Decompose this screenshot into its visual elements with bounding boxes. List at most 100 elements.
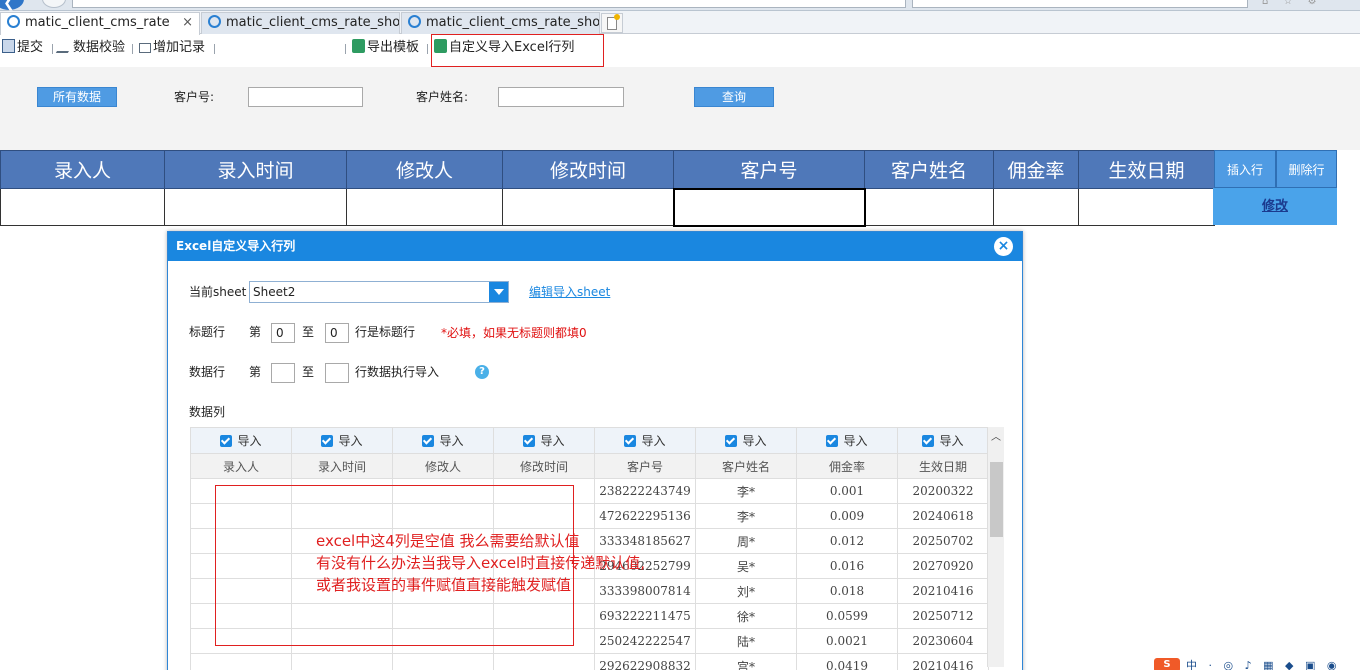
grid-col-header[interactable]: 录入人 (0, 150, 165, 189)
checkbox-checked-icon[interactable] (422, 435, 435, 447)
dialog-col-header: 录入时间 (291, 453, 393, 479)
sheet-select[interactable]: Sheet2 (249, 281, 509, 303)
grid-cell[interactable] (164, 188, 347, 226)
toolbar-divider (214, 44, 215, 54)
tab-close-icon[interactable]: × (182, 13, 193, 33)
toolbar-divider (132, 44, 133, 54)
grid-cell[interactable] (1078, 188, 1215, 226)
title-row-from-input[interactable]: 0 (271, 323, 295, 343)
browser-search-input[interactable] (912, 0, 1248, 8)
toolbar-divider (345, 44, 346, 54)
system-tray: S 中 · ◎ ♪ ▦ ◆ ▣ ◉ (1150, 656, 1360, 670)
tab-cms-rate-show-1[interactable]: matic_client_cms_rate_show (201, 12, 400, 34)
checkbox-checked-icon[interactable] (826, 435, 839, 447)
table-cell: 陆* (695, 628, 797, 654)
chevron-down-icon[interactable] (489, 282, 508, 302)
table-cell: 20250702 (897, 528, 989, 554)
grid-col-header[interactable]: 佣金率 (993, 150, 1079, 189)
checkbox-checked-icon[interactable] (624, 435, 637, 447)
table-cell: 0.0021 (796, 628, 898, 654)
data-row-from-input[interactable] (271, 363, 295, 383)
to-label: 至 (302, 365, 315, 379)
customer-name-label: 客户姓名: (416, 90, 469, 104)
grid-cell[interactable] (864, 188, 994, 226)
title-row-to-input[interactable]: 0 (325, 323, 349, 343)
import-checkbox[interactable]: 导入 (190, 427, 292, 454)
grid-col-header[interactable]: 修改时间 (502, 150, 674, 189)
annotation-line: 或者我设置的事件赋值直接能触发赋值 (316, 576, 572, 594)
help-icon[interactable]: ? (475, 365, 489, 379)
import-checkbox[interactable]: 导入 (897, 427, 989, 454)
table-cell: 693222211475 (594, 603, 696, 629)
grid-col-header[interactable]: 客户姓名 (864, 150, 994, 189)
import-checkbox[interactable]: 导入 (695, 427, 797, 454)
chevron-up-icon[interactable]: ︿ (991, 433, 1001, 443)
import-checkbox[interactable]: 导入 (594, 427, 696, 454)
tab-cms-rate-show-2[interactable]: matic_client_cms_rate_show (401, 12, 600, 34)
toolbar-divider (52, 44, 53, 54)
import-checkbox[interactable]: 导入 (392, 427, 494, 454)
forward-icon[interactable] (42, 0, 66, 8)
all-data-button[interactable]: 所有数据 (37, 87, 117, 107)
insert-row-button[interactable]: 插入行 (1214, 150, 1276, 188)
table-cell: 20200322 (897, 478, 989, 504)
grid-col-header[interactable]: 客户号 (673, 150, 865, 189)
dialog-col-header: 修改人 (392, 453, 494, 479)
ie-icon (408, 15, 421, 28)
close-icon[interactable]: × (994, 237, 1013, 256)
table-cell: 472622295136 (594, 503, 696, 529)
checkbox-checked-icon[interactable] (725, 435, 738, 447)
customer-no-input[interactable] (248, 87, 363, 107)
import-checkbox[interactable]: 导入 (291, 427, 393, 454)
new-tab-button[interactable] (601, 13, 623, 33)
tab-title: matic_client_cms_rate (25, 15, 170, 30)
toolbar-divider (427, 44, 428, 54)
table-cell: 李* (695, 478, 797, 504)
table-cell: 20210416 (897, 653, 989, 670)
dialog-col-header: 客户姓名 (695, 453, 797, 479)
ime-icon[interactable]: S (1154, 658, 1180, 670)
dialog-col-header: 生效日期 (897, 453, 989, 479)
table-cell: 李* (695, 503, 797, 529)
tab-cms-rate[interactable]: matic_client_cms_rate × (0, 12, 200, 35)
query-button[interactable]: 查询 (694, 87, 774, 107)
import-checkbox[interactable]: 导入 (493, 427, 595, 454)
highlight-box (431, 34, 604, 67)
checkbox-checked-icon[interactable] (922, 435, 935, 447)
submit-button[interactable]: 提交 (2, 39, 43, 57)
dialog-scrollbar[interactable]: ︿ (987, 427, 1004, 667)
validate-button[interactable]: 数据校验 (55, 39, 125, 57)
table-cell: 徐* (695, 603, 797, 629)
checkbox-checked-icon[interactable] (321, 435, 334, 447)
annotation-line: excel中这4列是空值 我么需要给默认值 (316, 532, 580, 550)
checkbox-checked-icon[interactable] (220, 435, 233, 447)
browser-tab-strip: matic_client_cms_rate × matic_client_cms… (0, 11, 1360, 35)
checkbox-checked-icon[interactable] (523, 435, 536, 447)
scroll-thumb[interactable] (990, 462, 1003, 537)
tray-icons[interactable]: 中 · ◎ ♪ ▦ ◆ ▣ ◉ (1186, 657, 1340, 670)
grid-cell[interactable] (346, 188, 503, 226)
title-row-label: 标题行 (189, 325, 226, 339)
edit-sheet-link[interactable]: 编辑导入sheet (529, 282, 610, 302)
grid-col-header[interactable]: 生效日期 (1078, 150, 1215, 189)
import-label: 导入 (439, 434, 464, 448)
grid-col-header[interactable]: 修改人 (346, 150, 503, 189)
grid-cell[interactable] (993, 188, 1079, 226)
grid-cell[interactable] (0, 188, 165, 226)
back-icon[interactable]: ❮ (0, 0, 24, 11)
url-input[interactable] (72, 0, 906, 8)
import-checkbox[interactable]: 导入 (796, 427, 898, 454)
customer-name-input[interactable] (498, 87, 624, 107)
window-controls[interactable]: ⌂ ☆ ⚙ (1262, 0, 1358, 8)
grid-col-header[interactable]: 录入时间 (164, 150, 347, 189)
import-label: 导入 (540, 434, 565, 448)
delete-row-button[interactable]: 删除行 (1276, 150, 1337, 188)
export-template-button[interactable]: 导出模板 (352, 39, 419, 57)
grid-cell-selected[interactable] (672, 187, 866, 227)
grid-cell[interactable] (502, 188, 674, 226)
add-record-button[interactable]: 增加记录 (139, 39, 205, 57)
data-row-to-input[interactable] (325, 363, 349, 383)
edit-link[interactable]: 修改 (1213, 188, 1337, 225)
table-cell: 0.018 (796, 578, 898, 604)
dialog-col-header: 录入人 (190, 453, 292, 479)
